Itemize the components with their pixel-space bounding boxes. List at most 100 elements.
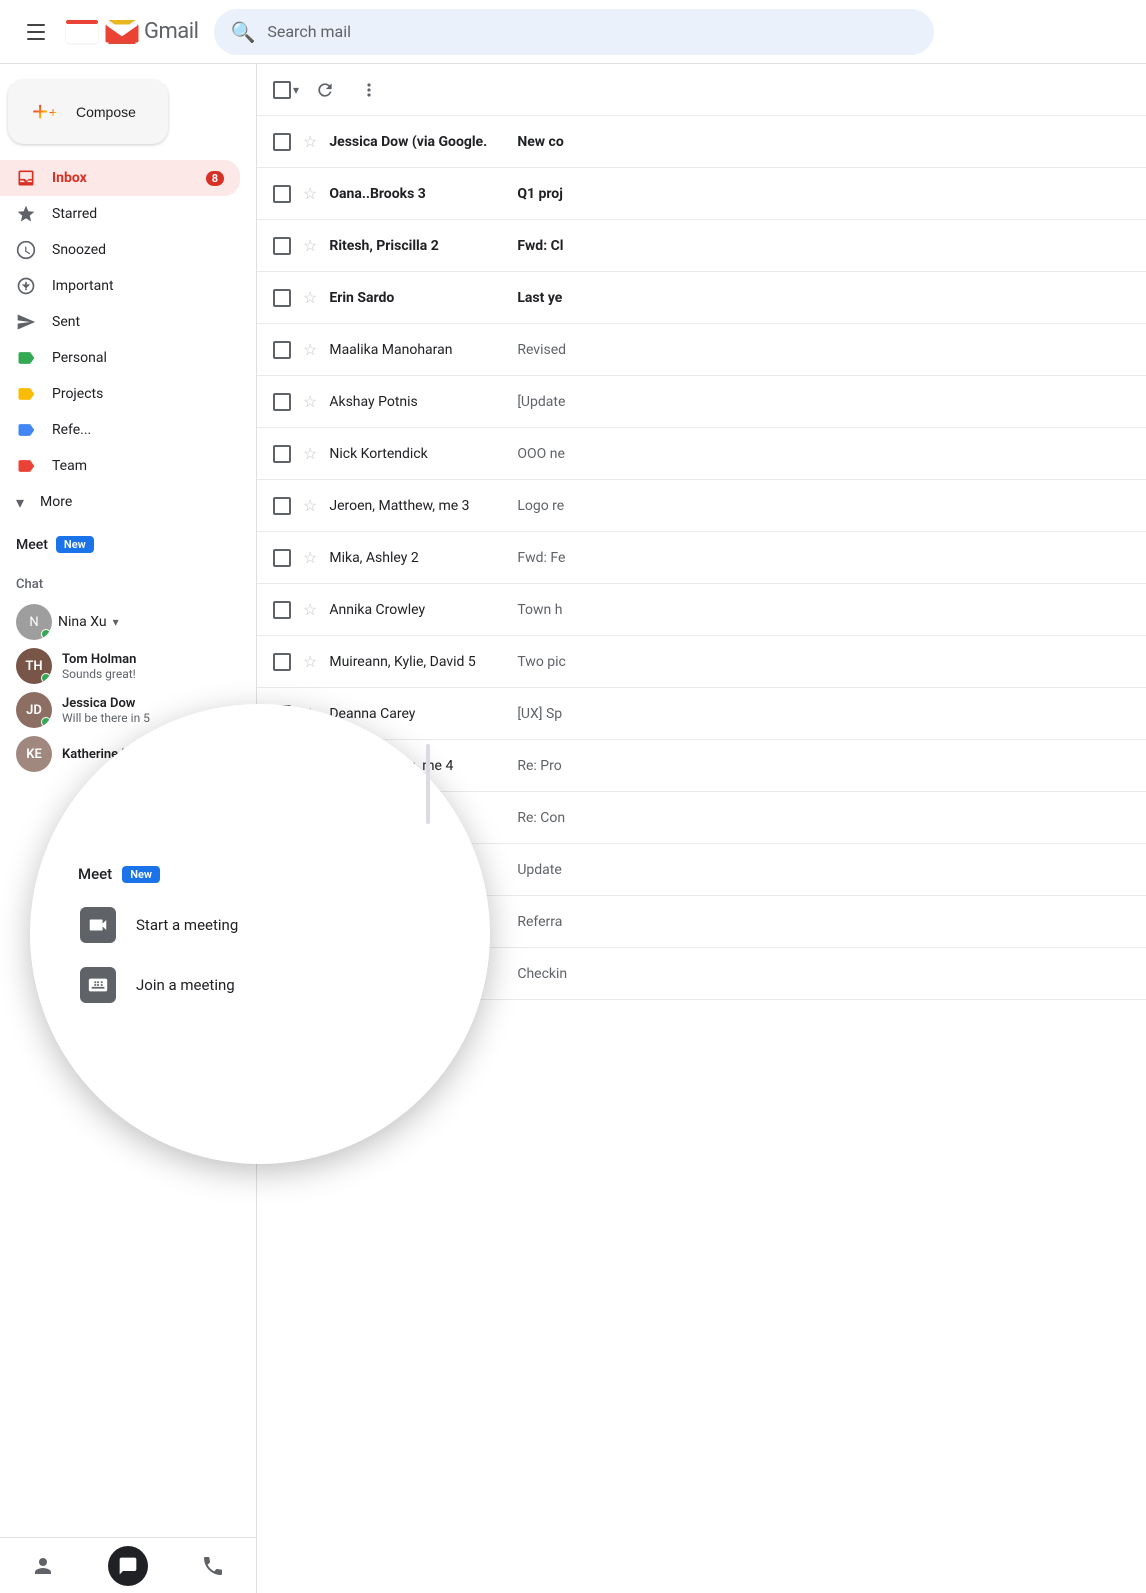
email-checkbox[interactable]	[273, 237, 291, 255]
email-row[interactable]: ☆ Jeroen, Matthew, me 3 Logo re	[257, 480, 1146, 532]
sidebar-item-starred[interactable]: Starred	[0, 196, 240, 232]
email-sender: Jessica Dow (via Google.	[329, 134, 509, 150]
inbox-icon	[16, 168, 36, 188]
sidebar-item-personal[interactable]: Personal	[0, 340, 240, 376]
gmail-logo[interactable]: Gmail	[64, 14, 198, 50]
scrollbar[interactable]	[426, 744, 430, 824]
email-checkbox[interactable]	[273, 393, 291, 411]
sidebar-item-important[interactable]: Important	[0, 268, 240, 304]
email-sender: Akshay Potnis	[329, 394, 509, 410]
chat-user-tom[interactable]: TH Tom Holman Sounds great!	[16, 644, 240, 688]
email-sender: Jeroen, Matthew, me 3	[329, 498, 509, 514]
email-checkbox[interactable]	[273, 341, 291, 359]
nav-menu: Inbox 8 Starred Snoozed	[0, 160, 256, 484]
checkbox-square[interactable]	[273, 81, 291, 99]
more-button[interactable]: ▾ More	[0, 484, 240, 520]
select-dropdown-icon[interactable]: ▾	[293, 83, 299, 97]
star-toggle[interactable]: ☆	[303, 184, 317, 203]
email-subject: Fwd: Cl	[517, 238, 1130, 254]
jessica-online-indicator	[41, 717, 51, 727]
chat-self-row[interactable]: N Nina Xu ▾	[16, 600, 240, 644]
email-row[interactable]: ☆ Mika, Ashley 2 Fwd: Fe	[257, 532, 1146, 584]
self-name: Nina Xu	[58, 614, 107, 630]
sidebar-item-refs[interactable]: Refe...	[0, 412, 240, 448]
compose-plus-icon: +	[32, 96, 64, 128]
email-row[interactable]: ☆ Ritesh, Priscilla 2 Fwd: Cl	[257, 220, 1146, 272]
star-toggle[interactable]: ☆	[303, 652, 317, 671]
sidebar-item-snoozed[interactable]: Snoozed	[0, 232, 240, 268]
email-checkbox[interactable]	[273, 549, 291, 567]
email-row[interactable]: ☆ Annika Crowley Town h	[257, 584, 1146, 636]
tom-online-indicator	[41, 673, 51, 683]
sidebar-item-team[interactable]: Team	[0, 448, 240, 484]
email-row[interactable]: ☆ Oana..Brooks 3 Q1 proj	[257, 168, 1146, 220]
people-tab[interactable]	[23, 1546, 63, 1586]
important-label: Important	[52, 278, 224, 294]
plus-icon: +	[48, 96, 64, 128]
email-checkbox[interactable]	[273, 445, 291, 463]
email-row[interactable]: ☆ Muireann, Kylie, David 5 Two pic	[257, 636, 1146, 688]
email-subject: Town h	[517, 602, 1130, 618]
email-subject: New co	[517, 134, 1130, 150]
select-all-checkbox[interactable]: ▾	[273, 81, 299, 99]
star-toggle[interactable]: ☆	[303, 132, 317, 151]
star-toggle[interactable]: ☆	[303, 444, 317, 463]
star-toggle[interactable]: ☆	[303, 496, 317, 515]
email-sender: Mika, Ashley 2	[329, 550, 509, 566]
email-row[interactable]: ☆ Akshay Potnis [Update	[257, 376, 1146, 428]
meet-new-badge: New	[56, 536, 94, 553]
email-checkbox[interactable]	[273, 289, 291, 307]
sidebar-item-inbox[interactable]: Inbox 8	[0, 160, 240, 196]
star-toggle[interactable]: ☆	[303, 236, 317, 255]
email-row[interactable]: ☆ Nick Kortendick OOO ne	[257, 428, 1146, 480]
email-subject: OOO ne	[517, 446, 1130, 462]
sidebar-item-projects[interactable]: Projects	[0, 376, 240, 412]
email-subject: Re: Pro	[517, 758, 1130, 774]
email-checkbox[interactable]	[273, 497, 291, 515]
email-sender: Ritesh, Priscilla 2	[329, 238, 509, 254]
start-meeting-label: Start a meeting	[136, 916, 238, 934]
refs-label: Refe...	[52, 422, 224, 438]
start-meeting-button[interactable]: Start a meeting	[70, 907, 450, 943]
join-meeting-button[interactable]: Join a meeting	[70, 967, 450, 1003]
star-toggle[interactable]: ☆	[303, 600, 317, 619]
gmail-icon	[104, 14, 140, 50]
search-bar[interactable]: 🔍 Search mail	[214, 9, 934, 55]
email-row[interactable]: ☆ Deanna Carey [UX] Sp	[257, 688, 1146, 740]
email-row[interactable]: ☆ Erin Sardo Last ye	[257, 272, 1146, 324]
meet-popup: Meet New Start a meeting Join a meeting	[30, 704, 490, 1164]
star-toggle[interactable]: ☆	[303, 340, 317, 359]
star-icon	[16, 204, 36, 224]
email-checkbox[interactable]	[273, 133, 291, 151]
email-subject: [UX] Sp	[517, 706, 1130, 722]
star-toggle[interactable]: ☆	[303, 288, 317, 307]
katherine-avatar: KE	[16, 736, 52, 772]
snoozed-label: Snoozed	[52, 242, 224, 258]
video-camera-icon	[80, 907, 116, 943]
sidebar-item-sent[interactable]: Sent	[0, 304, 240, 340]
star-toggle[interactable]: ☆	[303, 392, 317, 411]
keyboard-icon	[80, 967, 116, 1003]
email-sender: Erin Sardo	[329, 290, 509, 306]
self-avatar: N	[16, 604, 52, 640]
email-sender: Nick Kortendick	[329, 446, 509, 462]
phone-tab[interactable]	[193, 1546, 233, 1586]
meet-header: Meet New	[16, 536, 240, 553]
compose-button[interactable]: + Compose	[8, 80, 168, 144]
email-checkbox[interactable]	[273, 653, 291, 671]
dropdown-icon[interactable]: ▾	[113, 615, 119, 629]
email-row[interactable]: ☆ Jessica Dow (via Google. New co	[257, 116, 1146, 168]
inbox-badge: 8	[206, 171, 224, 186]
more-options-button[interactable]	[351, 72, 387, 108]
email-row[interactable]: ☆ Maalika Manoharan Revised	[257, 324, 1146, 376]
chat-tab[interactable]	[108, 1546, 148, 1586]
email-subject: Fwd: Fe	[517, 550, 1130, 566]
email-subject: Referra	[517, 914, 1130, 930]
refs-icon	[16, 420, 36, 440]
star-toggle[interactable]: ☆	[303, 548, 317, 567]
email-checkbox[interactable]	[273, 601, 291, 619]
refresh-button[interactable]	[307, 72, 343, 108]
email-checkbox[interactable]	[273, 185, 291, 203]
menu-button[interactable]	[16, 12, 56, 52]
join-meeting-label: Join a meeting	[136, 976, 235, 994]
